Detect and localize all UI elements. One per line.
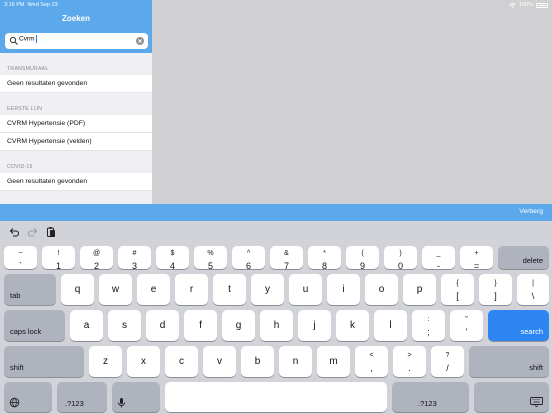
search-sidebar: Zoeken Cvrm TRANSMURAAL Geen resultaten …	[0, 0, 152, 204]
key-g[interactable]: g	[222, 310, 255, 341]
globe-key[interactable]	[4, 382, 52, 412]
key-p[interactable]: p	[403, 274, 436, 305]
key-e[interactable]: e	[137, 274, 170, 305]
key-bracket-left[interactable]: {[	[441, 274, 474, 305]
paste-icon[interactable]	[45, 226, 57, 238]
key-s[interactable]: s	[108, 310, 141, 341]
clear-search-icon[interactable]	[135, 36, 145, 46]
key-c[interactable]: c	[165, 346, 198, 377]
text-caret	[35, 35, 37, 43]
key-minus[interactable]: _ -	[422, 246, 455, 271]
space-key[interactable]	[165, 382, 387, 412]
shift-right-key[interactable]: shift	[469, 346, 549, 377]
key-x[interactable]: x	[127, 346, 160, 377]
battery-indicator: 100%	[509, 2, 548, 8]
undo-icon[interactable]	[8, 226, 20, 238]
search-field[interactable]: Cvrm	[5, 33, 148, 49]
results-list: TRANSMURAAL Geen resultaten gevonden EER…	[0, 53, 152, 204]
key-f[interactable]: f	[184, 310, 217, 341]
key-7[interactable]: & 7	[270, 246, 303, 271]
key-bracket-right[interactable]: }]	[479, 274, 512, 305]
key-backslash[interactable]: | \	[517, 274, 549, 305]
hide-keyboard-key[interactable]	[474, 382, 549, 412]
key-a[interactable]: a	[70, 310, 103, 341]
key-v[interactable]: v	[203, 346, 236, 377]
delete-key[interactable]: delete	[498, 246, 549, 269]
result-row-empty: Geen resultaten gevonden	[0, 75, 152, 93]
key-r[interactable]: r	[175, 274, 208, 305]
key-o[interactable]: o	[365, 274, 398, 305]
key-4[interactable]: $4	[156, 246, 189, 271]
section-header-covid-19: COVID-19	[7, 164, 33, 170]
battery-percent: 100%	[518, 2, 533, 8]
on-screen-keyboard: ~ ` ! 1 @2 #3 $4 % 5 ^ 6 & 7 * 8 (9 ) 0 _ - + = d…	[0, 242, 552, 414]
caps-lock-key[interactable]: caps lock	[4, 310, 65, 341]
wifi-icon	[509, 2, 516, 8]
hide-keyboard-button[interactable]: Verberg	[519, 208, 543, 215]
keyboard-accessory-bar: Verberg	[0, 204, 552, 221]
tab-key[interactable]: tab	[4, 274, 56, 305]
status-bar: 3:16 PM Wed Sep 23 100%	[0, 0, 552, 10]
key-equals[interactable]: + =	[460, 246, 493, 271]
search-key[interactable]: search	[488, 310, 549, 341]
result-row-empty: Geen resultaten gevonden	[0, 173, 152, 191]
key-6[interactable]: ^ 6	[232, 246, 265, 271]
key-0[interactable]: ) 0	[384, 246, 417, 271]
key-d[interactable]: d	[146, 310, 179, 341]
key-k[interactable]: k	[336, 310, 369, 341]
key-t[interactable]: t	[213, 274, 246, 305]
detail-pane	[152, 0, 552, 204]
key-j[interactable]: j	[298, 310, 331, 341]
search-icon	[9, 36, 18, 45]
key-u[interactable]: u	[289, 274, 322, 305]
key-y[interactable]: y	[251, 274, 284, 305]
key-n[interactable]: n	[279, 346, 312, 377]
shift-left-key[interactable]: shift	[4, 346, 84, 377]
key-quote[interactable]: " '	[450, 310, 483, 341]
dictation-key[interactable]	[112, 382, 160, 412]
key-backtick[interactable]: ~ `	[4, 246, 37, 271]
result-row-cvrm-velden[interactable]: CVRM Hypertensie (velden)	[0, 133, 152, 151]
key-slash[interactable]: ? /	[431, 346, 464, 377]
globe-icon	[9, 397, 20, 408]
key-b[interactable]: b	[241, 346, 274, 377]
microphone-icon	[118, 398, 125, 408]
key-w[interactable]: w	[99, 274, 132, 305]
key-semicolon[interactable]: :;	[412, 310, 445, 341]
status-time: 3:16 PM Wed Sep 23	[4, 2, 58, 8]
key-q[interactable]: q	[61, 274, 94, 305]
key-period[interactable]: >.	[393, 346, 426, 377]
numbers-key-left[interactable]: .?123	[57, 382, 107, 412]
keyboard-shortcut-bar	[0, 221, 552, 242]
key-l[interactable]: l	[374, 310, 407, 341]
result-row-cvrm-pdf[interactable]: CVRM Hypertensie (PDF)	[0, 115, 152, 133]
search-input[interactable]: Cvrm	[19, 35, 134, 47]
key-5[interactable]: % 5	[194, 246, 227, 271]
key-z[interactable]: z	[89, 346, 122, 377]
key-9[interactable]: (9	[346, 246, 379, 271]
key-comma[interactable]: <,	[355, 346, 388, 377]
key-1[interactable]: ! 1	[42, 246, 75, 271]
key-2[interactable]: @2	[80, 246, 113, 271]
redo-icon[interactable]	[27, 226, 39, 238]
key-3[interactable]: #3	[118, 246, 151, 271]
key-8[interactable]: * 8	[308, 246, 341, 271]
battery-icon	[536, 2, 548, 8]
section-header-eerste-lijn: EERSTE LIJN	[7, 106, 43, 112]
key-h[interactable]: h	[260, 310, 293, 341]
numbers-key-right[interactable]: .?123	[392, 382, 469, 412]
keyboard-dismiss-icon	[530, 397, 543, 407]
key-i[interactable]: i	[327, 274, 360, 305]
page-title: Zoeken	[61, 14, 90, 23]
key-m[interactable]: m	[317, 346, 350, 377]
section-header-transmuraal: TRANSMURAAL	[7, 66, 49, 72]
